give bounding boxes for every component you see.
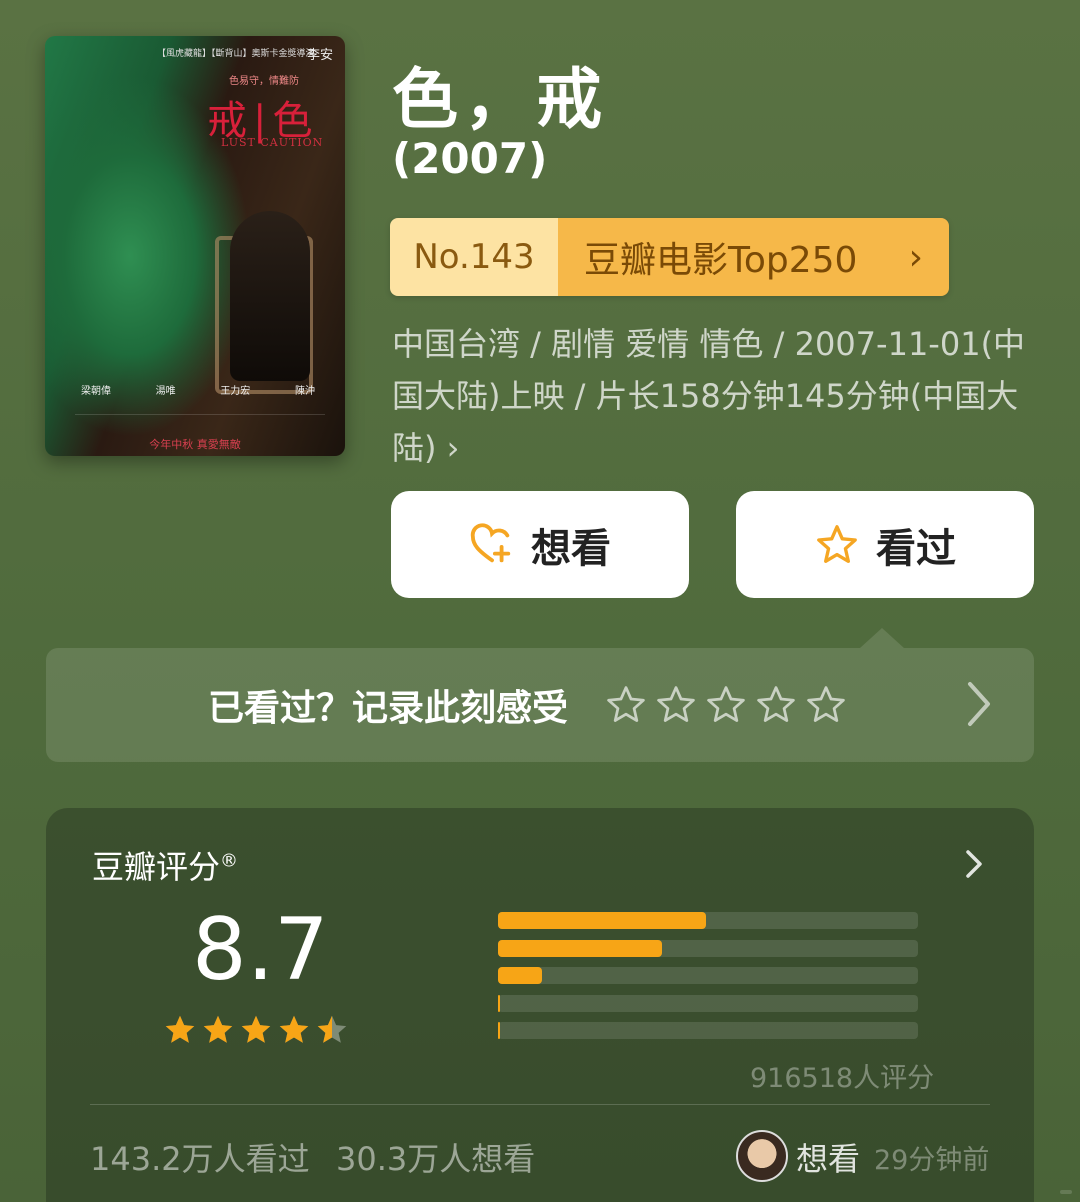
poster-cast: 梁朝偉 湯唯 王力宏 陳沖 [81,382,315,397]
rating-bar-fill [498,1022,501,1039]
rating-bar-track [498,1022,918,1039]
rating-star-icon [279,1015,309,1043]
rating-card-title: 豆瓣评分® [92,842,238,888]
movie-title: 色，戒 [392,61,608,138]
star-empty-icon[interactable] [804,683,848,727]
chevron-right-icon [968,682,990,726]
rating-star-icon [317,1015,347,1043]
rank-label: 豆瓣电影Top250 [584,240,858,281]
divider [90,1104,990,1105]
rating-star-icon [241,1015,271,1043]
star-empty-icon[interactable] [654,683,698,727]
watched-button[interactable]: 看过 [736,491,1034,598]
poster-cast-1: 梁朝偉 [81,386,111,397]
poster-director: 李安 [306,48,333,63]
pointer-arrow [860,628,904,648]
rating-score: 8.7 [192,900,329,1000]
poster-bottom-text: 今年中秋 真愛無敵 [149,438,241,451]
poster-cast-3: 王力宏 [220,386,251,397]
poster-fine-print [75,414,325,437]
friend-action: 想看 [796,1140,861,1178]
seen-count[interactable]: 143.2万人看过 [90,1134,310,1180]
friend-time: 29分钟前 [874,1145,990,1176]
wish-count[interactable]: 30.3万人想看 [336,1134,535,1180]
rate-prompt-text: 已看过？记录此刻感受 [208,688,569,729]
star-outline-icon [817,524,857,563]
want-to-watch-button[interactable]: 想看 [391,491,689,598]
movie-poster[interactable]: 【風虎藏龍】【斷背山】奧斯卡金獎導演 李安 色易守，情難防 戒|色 LUST C… [45,36,345,456]
chevron-right-icon[interactable] [964,848,984,880]
top250-rank-badge[interactable]: No.143 豆瓣电影Top250 › [390,218,949,296]
poster-cast-2: 湯唯 [155,386,176,397]
poster-figure [230,211,310,381]
rating-star-icon [203,1015,233,1043]
rating-title-text: 豆瓣评分 [92,848,221,886]
seen-label: 看过 [876,525,956,572]
movie-meta-info[interactable]: 中国台湾 / 剧情 爱情 情色 / 2007-11-01(中国大陆)上映 / 片… [392,318,1032,474]
rating-star-icon [165,1015,195,1043]
star-empty-icon[interactable] [704,683,748,727]
rating-bar-track [498,967,918,984]
rating-bar-fill [498,939,662,957]
rank-number: No.143 [390,218,558,296]
rate-prompt-box[interactable]: 已看过？记录此刻感受 [46,648,1034,762]
rating-stars-display [162,1012,350,1048]
star-empty-icon[interactable] [754,683,798,727]
rating-bar-fill [498,994,501,1012]
rating-bar-track [498,939,918,957]
chevron-right-icon: › [908,236,923,278]
douban-rating-card[interactable]: 豆瓣评分® 8.7 ★★★★★★★★★★★★★★★ 916518人评分 143.… [46,808,1034,1202]
rating-bar-fill [498,912,706,929]
poster-cast-4: 陳沖 [294,386,315,397]
rating-count: 916518人评分 [750,1063,935,1094]
registered-mark: ® [220,850,239,872]
rating-bar-track [498,912,918,929]
want-label: 想看 [531,525,611,572]
friend-avatar[interactable] [736,1130,788,1182]
rating-bar-track [498,994,918,1012]
star-empty-icon[interactable] [604,683,648,727]
poster-tagline: 色易守，情難防 [229,76,299,87]
poster-title-en: LUST CAUTION [221,136,324,149]
rating-bar-fill [498,967,543,984]
watermark [1060,1190,1072,1194]
rating-stars-input[interactable] [604,683,848,727]
rank-label-area: 豆瓣电影Top250 › [558,218,949,296]
heart-plus-icon [470,522,511,562]
movie-year: (2007) [392,134,548,183]
